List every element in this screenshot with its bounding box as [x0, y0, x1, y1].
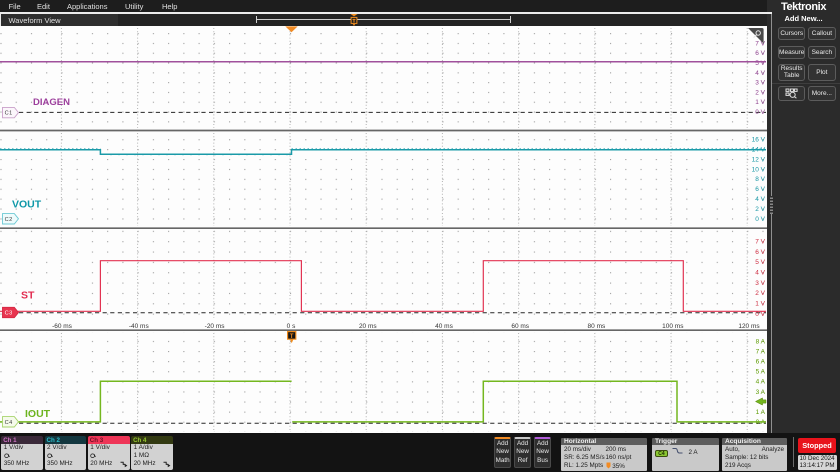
svg-text:IOUT: IOUT: [25, 408, 51, 420]
svg-text:C3: C3: [5, 311, 13, 317]
svg-text:0 s: 0 s: [287, 323, 296, 330]
svg-text:DIAGEN: DIAGEN: [33, 97, 70, 108]
svg-text:1 V: 1 V: [755, 301, 765, 308]
svg-text:-20 ms: -20 ms: [205, 323, 226, 330]
svg-text:3 A: 3 A: [756, 389, 766, 396]
svg-text:T: T: [290, 333, 294, 340]
svg-text:ST: ST: [21, 290, 35, 302]
svg-text:7 V: 7 V: [755, 238, 765, 245]
svg-text:8 V: 8 V: [755, 176, 765, 183]
svg-text:6 V: 6 V: [755, 50, 765, 57]
svg-text:6 V: 6 V: [755, 186, 765, 193]
svg-text:16 V: 16 V: [752, 137, 766, 144]
svg-text:4 V: 4 V: [755, 270, 765, 277]
svg-text:4 V: 4 V: [755, 70, 765, 77]
svg-text:4 A: 4 A: [756, 379, 766, 386]
svg-text:20 ms: 20 ms: [359, 323, 377, 330]
svg-text:6 A: 6 A: [756, 359, 766, 366]
svg-text:-40 ms: -40 ms: [129, 323, 150, 330]
svg-text:4 V: 4 V: [755, 196, 765, 203]
svg-text:2 V: 2 V: [755, 206, 765, 213]
svg-text:1 A: 1 A: [756, 409, 766, 416]
svg-text:5 V: 5 V: [755, 259, 765, 266]
svg-text:60 ms: 60 ms: [511, 323, 529, 330]
svg-text:12 V: 12 V: [752, 156, 766, 163]
svg-text:2 V: 2 V: [755, 290, 765, 297]
svg-text:6 V: 6 V: [755, 249, 765, 256]
svg-text:C1: C1: [5, 111, 13, 117]
svg-text:VOUT: VOUT: [12, 199, 42, 211]
svg-text:7 A: 7 A: [756, 348, 766, 355]
svg-text:3 V: 3 V: [755, 280, 765, 287]
svg-text:3 V: 3 V: [755, 80, 765, 87]
svg-text:100 ms: 100 ms: [662, 323, 684, 330]
svg-text:0 V: 0 V: [755, 216, 765, 223]
svg-text:1 V: 1 V: [755, 99, 765, 106]
svg-text:10 V: 10 V: [752, 166, 766, 173]
svg-text:80 ms: 80 ms: [588, 323, 606, 330]
svg-text:40 ms: 40 ms: [435, 323, 453, 330]
svg-text:C4: C4: [5, 420, 13, 426]
svg-text:5 A: 5 A: [756, 369, 766, 376]
svg-text:7 V: 7 V: [755, 40, 765, 47]
svg-text:C2: C2: [5, 217, 13, 223]
svg-text:-60 ms: -60 ms: [52, 323, 73, 330]
svg-text:2 V: 2 V: [755, 89, 765, 96]
svg-text:0 V: 0 V: [755, 109, 765, 116]
svg-text:8 A: 8 A: [756, 338, 766, 345]
svg-text:120 ms: 120 ms: [738, 323, 760, 330]
